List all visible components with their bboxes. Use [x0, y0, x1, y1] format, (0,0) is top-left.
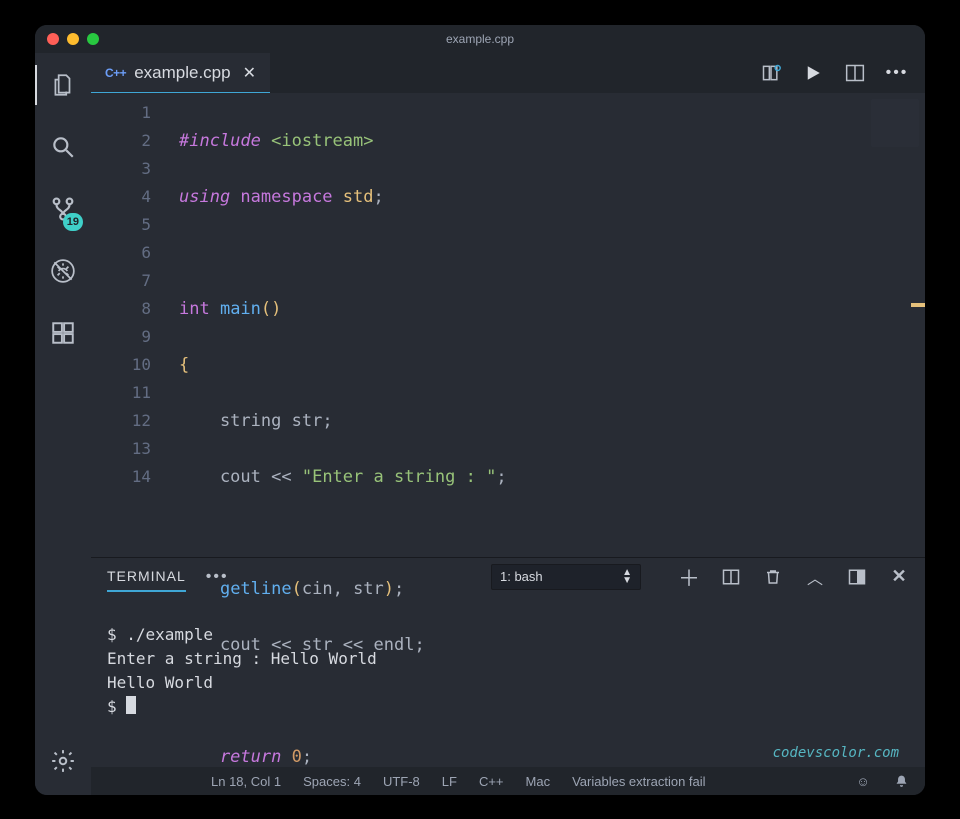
terminal-cursor — [126, 696, 136, 714]
tok: getline — [179, 579, 292, 599]
line-number: 11 — [91, 379, 151, 407]
tok: namespace — [230, 187, 332, 207]
code-area[interactable]: #include <iostream> using namespace std;… — [165, 93, 871, 557]
tok: str — [281, 411, 322, 431]
tok: using — [179, 187, 230, 207]
language-pill: C++ — [105, 66, 126, 80]
tok: () — [261, 299, 281, 319]
tab-close-icon[interactable]: ✕ — [243, 63, 256, 83]
tok: int — [179, 299, 210, 319]
tok: cout — [179, 467, 261, 487]
notifications-bell-icon[interactable] — [893, 773, 909, 789]
explorer-button[interactable] — [47, 69, 79, 101]
editor-window: example.cpp 19 — [35, 25, 925, 795]
line-number: 7 — [91, 267, 151, 295]
extensions-button[interactable] — [47, 317, 79, 349]
tok: std — [333, 187, 374, 207]
line-number: 12 — [91, 407, 151, 435]
tok: ; — [322, 411, 332, 431]
scm-badge: 19 — [63, 213, 83, 231]
tab-filename: example.cpp — [134, 63, 230, 83]
tok: ( — [292, 579, 302, 599]
tok: ; — [302, 747, 312, 767]
term-line: $ — [107, 697, 126, 716]
compare-changes-icon[interactable] — [761, 63, 781, 83]
tok: return — [179, 747, 281, 767]
code-editor[interactable]: 1 2 3 4 5 6 7 8 9 10 11 12 13 14 #includ… — [91, 93, 925, 557]
tok: ) — [384, 579, 394, 599]
tok: , — [333, 579, 353, 599]
window-title: example.cpp — [35, 32, 925, 46]
tok: str — [353, 579, 384, 599]
line-gutter: 1 2 3 4 5 6 7 8 9 10 11 12 13 14 — [91, 93, 165, 557]
line-number: 6 — [91, 239, 151, 267]
tok: str — [302, 635, 333, 655]
minimap[interactable] — [871, 99, 919, 147]
tok: #include — [179, 131, 261, 151]
tok: << — [333, 635, 374, 655]
tok: ; — [496, 467, 506, 487]
tok: endl — [374, 635, 415, 655]
tok: { — [179, 355, 189, 375]
line-number: 4 — [91, 183, 151, 211]
tab-bar: C++ example.cpp ✕ ••• — [91, 53, 925, 93]
editor-actions: ••• — [761, 53, 925, 93]
line-number: 3 — [91, 155, 151, 183]
title-bar: example.cpp — [35, 25, 925, 53]
tok: string — [179, 411, 281, 431]
tok: ; — [394, 579, 404, 599]
close-panel-icon[interactable]: ✕ — [889, 567, 909, 587]
line-number: 10 — [91, 351, 151, 379]
tok: main — [210, 299, 261, 319]
tok: ; — [374, 187, 384, 207]
line-number: 5 — [91, 211, 151, 239]
split-editor-icon[interactable] — [845, 63, 865, 83]
line-number: 2 — [91, 127, 151, 155]
tab-example-cpp[interactable]: C++ example.cpp ✕ — [91, 53, 270, 93]
tok: 0 — [281, 747, 301, 767]
panel-tab-terminal[interactable]: TERMINAL — [107, 562, 186, 592]
tok: <iostream> — [261, 131, 374, 151]
activity-bar: 19 — [35, 53, 91, 795]
line-number: 13 — [91, 435, 151, 463]
source-control-button[interactable]: 19 — [47, 193, 79, 225]
line-number: 1 — [91, 99, 151, 127]
tok: cin — [302, 579, 333, 599]
search-button[interactable] — [47, 131, 79, 163]
overview-ruler-mark — [911, 303, 925, 307]
run-icon[interactable] — [803, 63, 823, 83]
tok: << — [261, 467, 302, 487]
tok: ; — [414, 635, 424, 655]
tok: << — [261, 635, 302, 655]
tok: cout — [179, 635, 261, 655]
line-number: 14 — [91, 463, 151, 491]
line-number: 8 — [91, 295, 151, 323]
tok: "Enter a string : " — [302, 467, 496, 487]
line-number: 9 — [91, 323, 151, 351]
debug-button[interactable] — [47, 255, 79, 287]
settings-button[interactable] — [47, 745, 79, 777]
more-actions-icon[interactable]: ••• — [887, 63, 907, 83]
